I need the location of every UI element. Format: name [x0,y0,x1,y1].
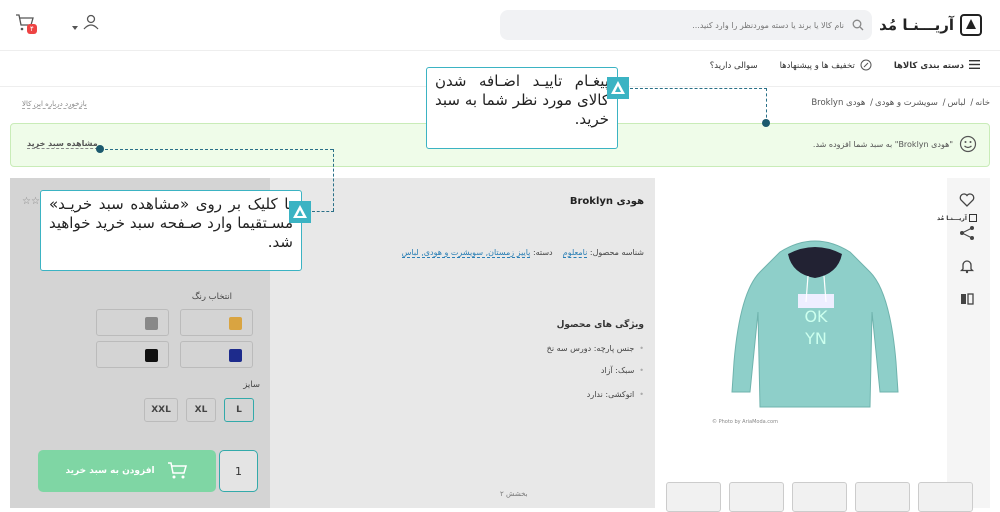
triangle-logo-icon [607,77,629,99]
breadcrumb-item[interactable]: لباس [948,98,966,108]
image-credit: © Photo by AriaModa.com [712,419,778,425]
color-swatch-navy[interactable] [180,341,253,368]
breadcrumb-item[interactable]: خانه [975,98,990,108]
thumbnail[interactable] [729,482,784,512]
user-icon[interactable] [82,13,100,35]
color-swatch-mustard[interactable] [180,309,253,336]
connector-line [333,149,334,211]
product-category-label: دسته: [532,248,553,257]
connector-line [100,149,333,150]
thumbnail-strip [666,482,973,512]
callout-view-cart: با کلیک بر روی «مشاهده سبد خریـد» مسـتقی… [40,190,302,271]
color-swatch-gray[interactable] [96,309,169,336]
product-categories[interactable]: پاییز زمستان, سویشرت و هودی, لباس [401,248,531,258]
smile-icon [959,135,977,153]
size-option-xxl[interactable]: XXL [144,398,178,422]
add-to-cart-label: افزودن به سبد خرید [65,466,155,476]
color-label: انتخاب رنگ [191,292,232,302]
share-icon[interactable] [959,225,977,243]
callout-confirmation: پیغـام تاییـد اضـافه شدن کالای مورد نظر … [426,67,618,149]
nav-categories-label: دسته بندی کالاها [893,61,964,71]
nav-faq[interactable]: سوالی دارید؟ [710,61,758,71]
triangle-logo-icon [289,201,311,223]
cart-icon [167,460,189,483]
discount-icon [860,59,872,74]
features-title: ویژگی های محصول [556,320,644,330]
view-cart-link[interactable]: مشاهده سبد خرید [27,139,98,149]
rating-stars-icon: ☆☆ [22,196,40,207]
product-info-panel [270,178,655,508]
thumbnail[interactable] [792,482,847,512]
logo-icon [968,214,977,222]
size-label: سایز [243,380,260,390]
report-link[interactable]: بازخورد درباره این کالا [22,100,87,109]
watermark-text: آریـــنـا مُد [937,214,967,222]
thumbnail[interactable] [918,482,973,512]
feature-item: جنس پارچه: دورس سه نخ [547,344,644,353]
size-option-l[interactable]: L [224,398,254,422]
pager-text: بخشش ۲ [500,490,528,498]
connector-line [312,211,334,212]
thumbnail[interactable] [855,482,910,512]
product-title: هودی Broklyn [569,196,644,207]
logo-text: آریـــنـا مُد [879,16,954,34]
thumbnail[interactable] [666,482,721,512]
quantity-input[interactable]: 1 [219,450,258,492]
menu-icon [969,60,980,72]
color-chip [229,349,242,362]
hoodie-print-text: YN [804,329,827,348]
breadcrumb-current: هودی Broklyn [811,98,866,108]
color-chip [145,317,158,330]
product-meta: شناسه محصول: نامعلوم دسته: پاییز زمستان,… [401,248,644,258]
logo-icon [960,14,982,36]
product-image[interactable]: OK YN [720,232,910,412]
header-divider [0,50,1000,51]
add-to-cart-button[interactable]: افزودن به سبد خرید [38,450,216,492]
breadcrumb: خانه/ لباس/ سویشرت و هودی/ هودی Broklyn [811,98,990,108]
main-nav: دسته بندی کالاها تخفیف ها و پیشنهادها سو… [710,56,980,76]
cart-count-badge: ۴ [27,24,37,34]
feature-item: سبک: آزاد [601,366,644,375]
connector-dot [762,119,770,127]
compare-icon[interactable] [959,291,977,309]
size-option-xl[interactable]: XL [186,398,216,422]
chevron-down-icon [72,15,78,34]
cart-button[interactable]: ۴ [15,12,39,36]
nav-categories[interactable]: دسته بندی کالاها [894,60,980,72]
product-actions [947,178,990,508]
user-menu[interactable] [72,13,100,35]
product-id-value[interactable]: نامعلوم [562,248,588,258]
hoodie-print-text: OK [804,307,828,326]
search-bar[interactable] [500,10,872,40]
nav-deals-label: تخفیف ها و پیشنهادها [779,61,855,71]
image-watermark: آریـــنـا مُد [937,214,977,222]
heart-icon[interactable] [959,192,977,210]
connector-line [630,88,767,89]
breadcrumb-item[interactable]: سویشرت و هودی [875,98,938,108]
connector-dot [96,145,104,153]
feature-item: اتوکشی: ندارد [587,390,644,399]
search-icon[interactable] [852,16,864,35]
banner-message: "هودی Broklyn" به سبد شما افزوده شد. [812,140,953,149]
site-logo[interactable]: آریـــنـا مُد [879,12,982,38]
color-swatch-black[interactable] [96,341,169,368]
nav-deals[interactable]: تخفیف ها و پیشنهادها [780,59,872,74]
search-input[interactable] [546,19,846,31]
color-chip [145,349,158,362]
bell-icon[interactable] [959,258,977,276]
nav-faq-label: سوالی دارید؟ [709,61,758,71]
connector-line [766,88,767,123]
color-chip [229,317,242,330]
product-id-label: شناسه محصول: [589,248,644,257]
